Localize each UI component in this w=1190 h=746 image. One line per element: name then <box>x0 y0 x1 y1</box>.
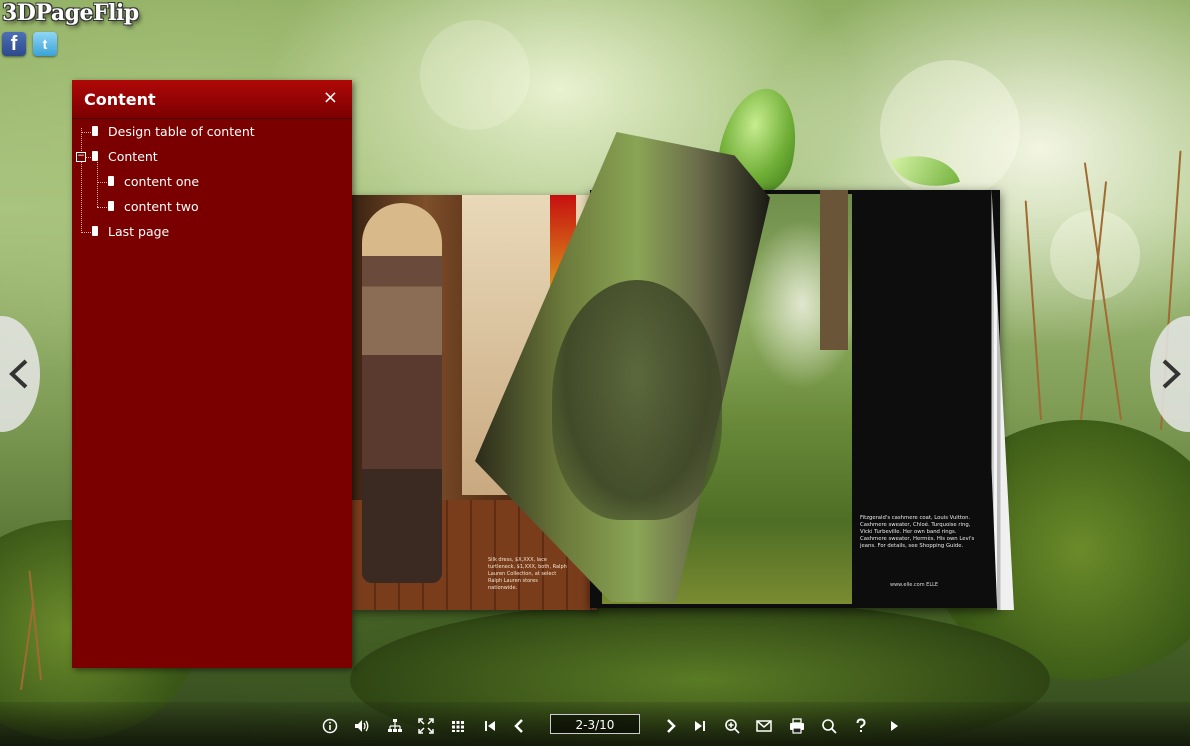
printer-icon <box>790 718 804 734</box>
twitter-share-button[interactable]: t <box>33 32 57 56</box>
last-page-button[interactable] <box>690 716 710 736</box>
facebook-icon: f <box>10 32 18 55</box>
next-page-toolbar-button[interactable] <box>661 716 681 736</box>
envelope-icon <box>756 720 772 732</box>
page-footer: www.elle.com ELLE <box>890 582 939 588</box>
speaker-icon <box>355 720 369 732</box>
toc-item-last-page[interactable]: Last page <box>92 224 169 239</box>
bookmark-icon <box>108 176 114 189</box>
previous-page-toolbar-button[interactable] <box>509 716 529 736</box>
app-logo: 3DPageFlip <box>2 0 139 26</box>
help-icon <box>856 718 866 732</box>
chevron-right-icon <box>667 719 676 733</box>
panel-header: Content × <box>72 80 352 119</box>
email-button[interactable] <box>754 716 774 736</box>
play-icon <box>891 721 898 731</box>
toc-item-content-one[interactable]: content one <box>108 174 199 189</box>
skip-back-icon <box>485 721 495 731</box>
fullscreen-button[interactable] <box>416 716 436 736</box>
toc-item-content[interactable]: Content <box>92 149 158 164</box>
close-panel-button[interactable]: × <box>323 88 338 108</box>
collapse-toggle[interactable]: − <box>76 152 86 162</box>
bookmark-icon <box>92 151 98 164</box>
bookmark-icon <box>108 201 114 214</box>
close-icon: × <box>322 87 338 108</box>
page-caption: Silk dress, $X,XXX, lace turtleneck, $1,… <box>488 557 567 591</box>
skip-forward-icon <box>695 721 705 731</box>
chevron-right-icon <box>1162 359 1181 389</box>
zoom-in-icon <box>725 719 740 734</box>
help-button[interactable] <box>851 716 871 736</box>
chevron-left-icon <box>514 719 523 733</box>
grid-icon <box>452 721 464 732</box>
info-icon <box>322 718 338 734</box>
page-number-input[interactable]: 2-3/10 <box>550 714 640 734</box>
table-of-contents-panel: Content × − Design table of content Cont… <box>72 80 352 668</box>
table-of-contents-button[interactable] <box>385 716 405 736</box>
page-caption: Fitzgerald's cashmere coat, Louis Vuitto… <box>860 515 975 549</box>
sitemap-icon <box>388 719 402 732</box>
toc-item-content-two[interactable]: content two <box>108 199 199 214</box>
fullscreen-icon <box>418 718 434 734</box>
panel-title: Content <box>84 90 156 109</box>
twitter-icon: t <box>42 36 48 52</box>
zoom-in-button[interactable] <box>722 716 742 736</box>
autoplay-button[interactable] <box>884 716 904 736</box>
search-icon <box>822 719 837 734</box>
toc-item-design-table-of-content[interactable]: Design table of content <box>92 124 255 139</box>
thumbnails-button[interactable] <box>448 716 468 736</box>
facebook-share-button[interactable]: f <box>2 32 26 56</box>
chevron-left-icon <box>9 359 28 389</box>
info-button[interactable] <box>320 716 340 736</box>
print-button[interactable] <box>787 716 807 736</box>
page-photo <box>362 203 442 583</box>
bookmark-icon <box>92 226 98 239</box>
search-button[interactable] <box>819 716 839 736</box>
first-page-button[interactable] <box>480 716 500 736</box>
sound-button[interactable] <box>352 716 372 736</box>
bookmark-icon <box>92 126 98 139</box>
